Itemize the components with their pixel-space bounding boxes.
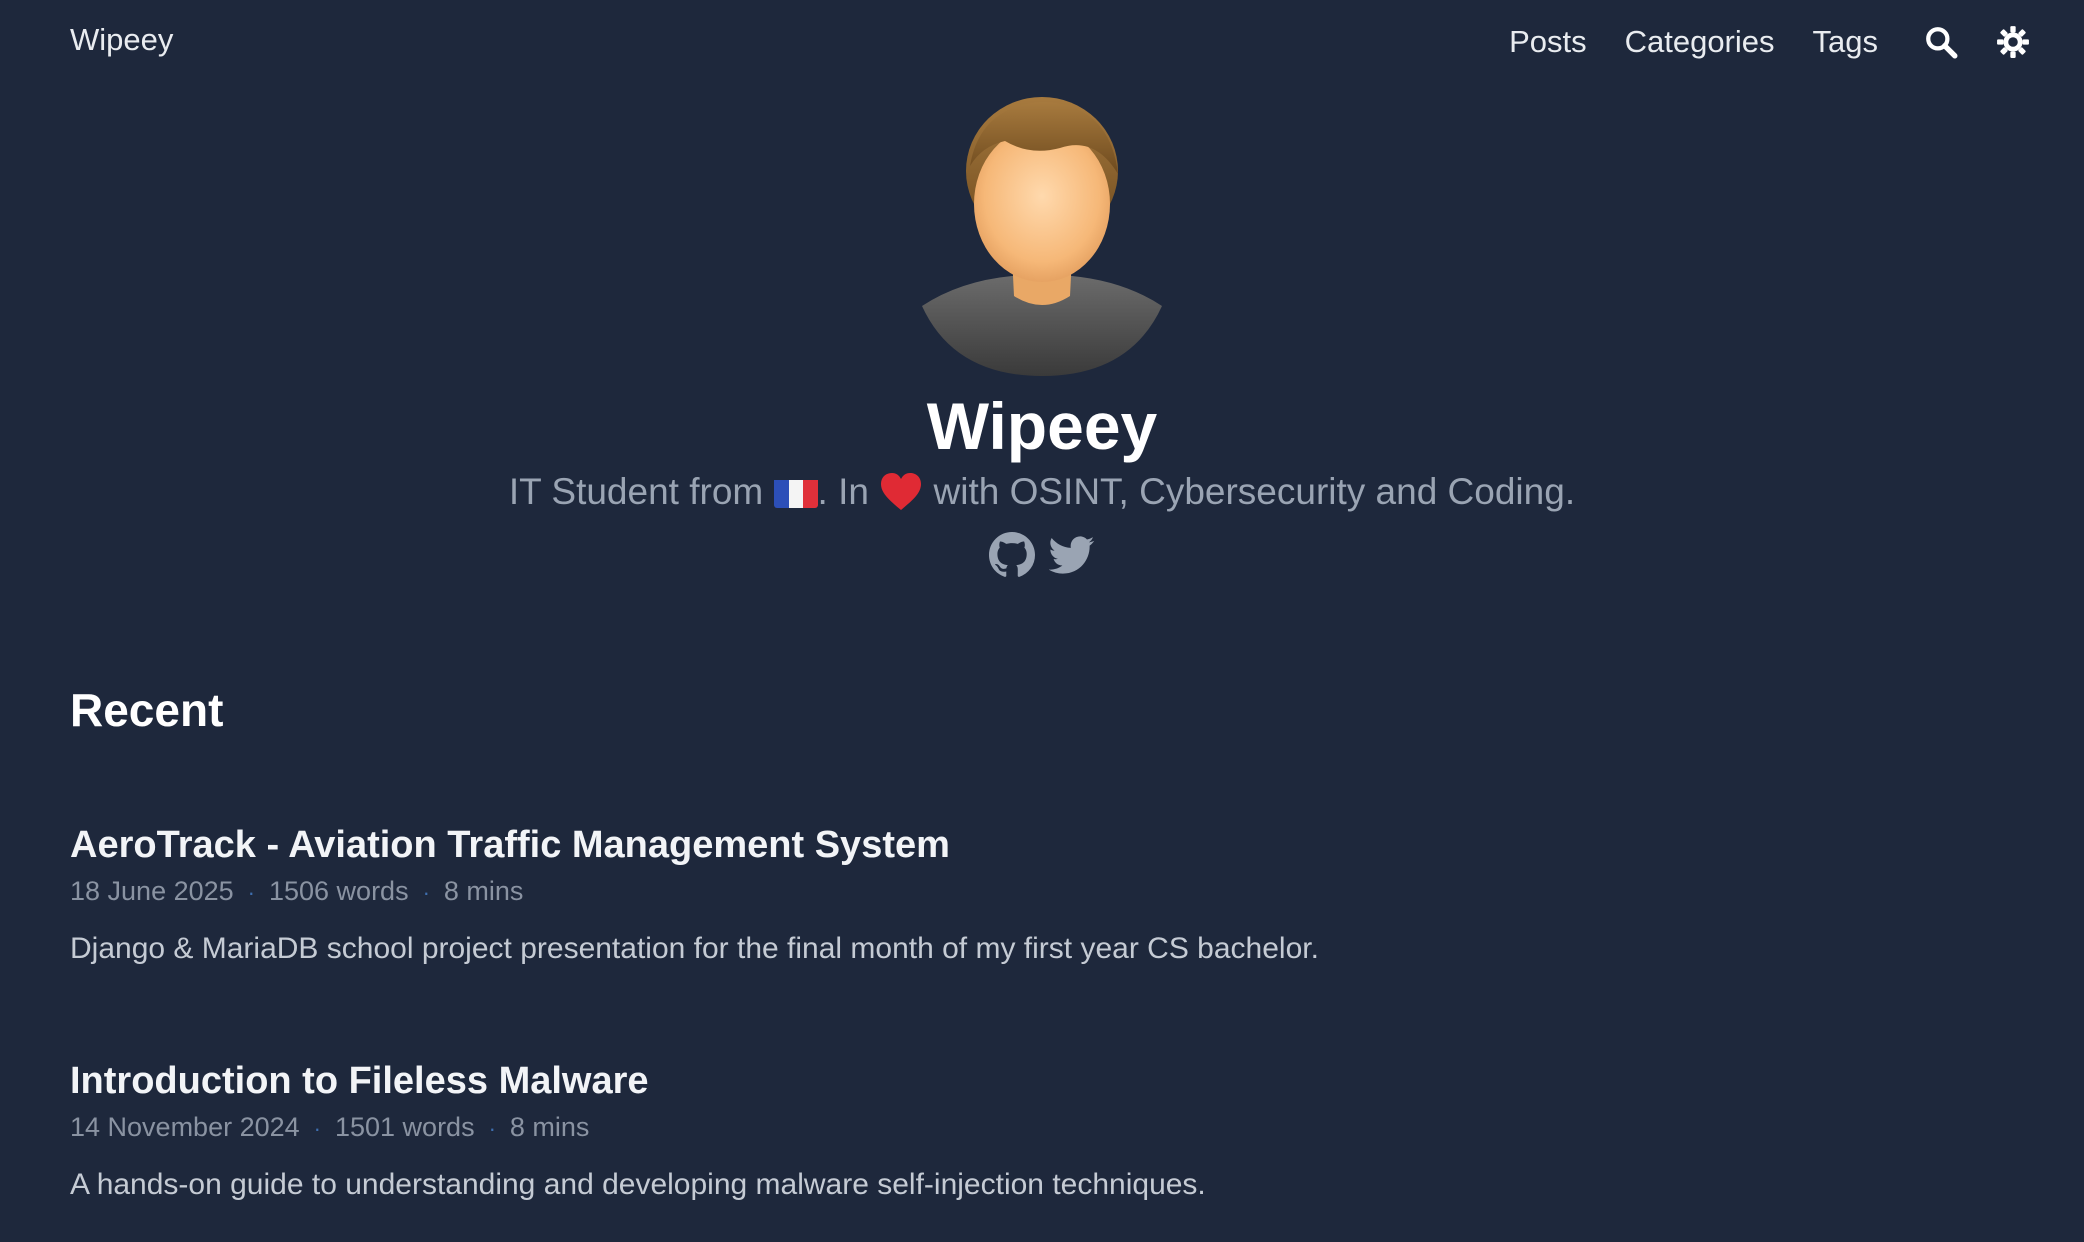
post-reading-time: 8 mins xyxy=(509,1112,590,1142)
theme-toggle-icon[interactable] xyxy=(1996,25,2030,59)
social-links xyxy=(0,532,2084,578)
github-icon[interactable] xyxy=(989,532,1035,578)
site-brand-link[interactable]: Wipeey xyxy=(70,22,173,58)
nav-link-posts[interactable]: Posts xyxy=(1509,24,1587,60)
meta-separator: · xyxy=(422,880,430,905)
post-title-link[interactable]: AeroTrack - Aviation Traffic Management … xyxy=(70,822,950,868)
bio-text-1: IT Student from xyxy=(508,471,764,512)
post-summary: Django & MariaDB school project presenta… xyxy=(70,932,1319,965)
avatar xyxy=(922,97,1162,376)
search-icon[interactable] xyxy=(1924,25,1958,59)
profile-bio: IT Student from . In with OSINT, Cyberse… xyxy=(0,468,2084,516)
post-reading-time: 8 mins xyxy=(443,876,524,906)
twitter-icon[interactable] xyxy=(1049,532,1095,578)
bio-text-2: . In xyxy=(817,471,869,512)
nav-menu: Posts Categories Tags xyxy=(1509,18,2030,66)
post-meta: 14 November 2024 · 1501 words · 8 mins xyxy=(70,1110,1970,1146)
post-word-count: 1506 words xyxy=(268,876,409,906)
meta-separator: · xyxy=(247,880,255,905)
post-item: Introduction to Fileless Malware 14 Nove… xyxy=(70,1058,1970,1204)
meta-separator: · xyxy=(488,1116,496,1141)
recent-section: Recent AeroTrack - Aviation Traffic Mana… xyxy=(70,682,1970,1201)
post-title-link[interactable]: Introduction to Fileless Malware xyxy=(70,1058,649,1104)
top-navigation: Wipeey Posts Categories Tags xyxy=(0,0,2084,84)
profile-hero: Wipeey IT Student from . In with OSINT, … xyxy=(0,96,2084,578)
heart-icon xyxy=(879,472,923,512)
profile-name: Wipeey xyxy=(926,389,1158,463)
meta-separator: · xyxy=(313,1116,321,1141)
post-word-count: 1501 words xyxy=(334,1112,475,1142)
nav-link-categories[interactable]: Categories xyxy=(1625,24,1775,60)
bio-text-3: with OSINT, Cybersecurity and Coding. xyxy=(933,471,1576,512)
france-flag-icon xyxy=(773,476,818,508)
post-date: 18 June 2025 xyxy=(70,876,234,906)
post-meta: 18 June 2025 · 1506 words · 8 mins xyxy=(70,874,1970,910)
post-summary: A hands-on guide to understanding and de… xyxy=(70,1168,1206,1201)
post-date: 14 November 2024 xyxy=(70,1112,300,1142)
recent-heading: Recent xyxy=(70,684,224,736)
post-item: AeroTrack - Aviation Traffic Management … xyxy=(70,822,1970,968)
nav-link-tags[interactable]: Tags xyxy=(1813,24,1878,60)
